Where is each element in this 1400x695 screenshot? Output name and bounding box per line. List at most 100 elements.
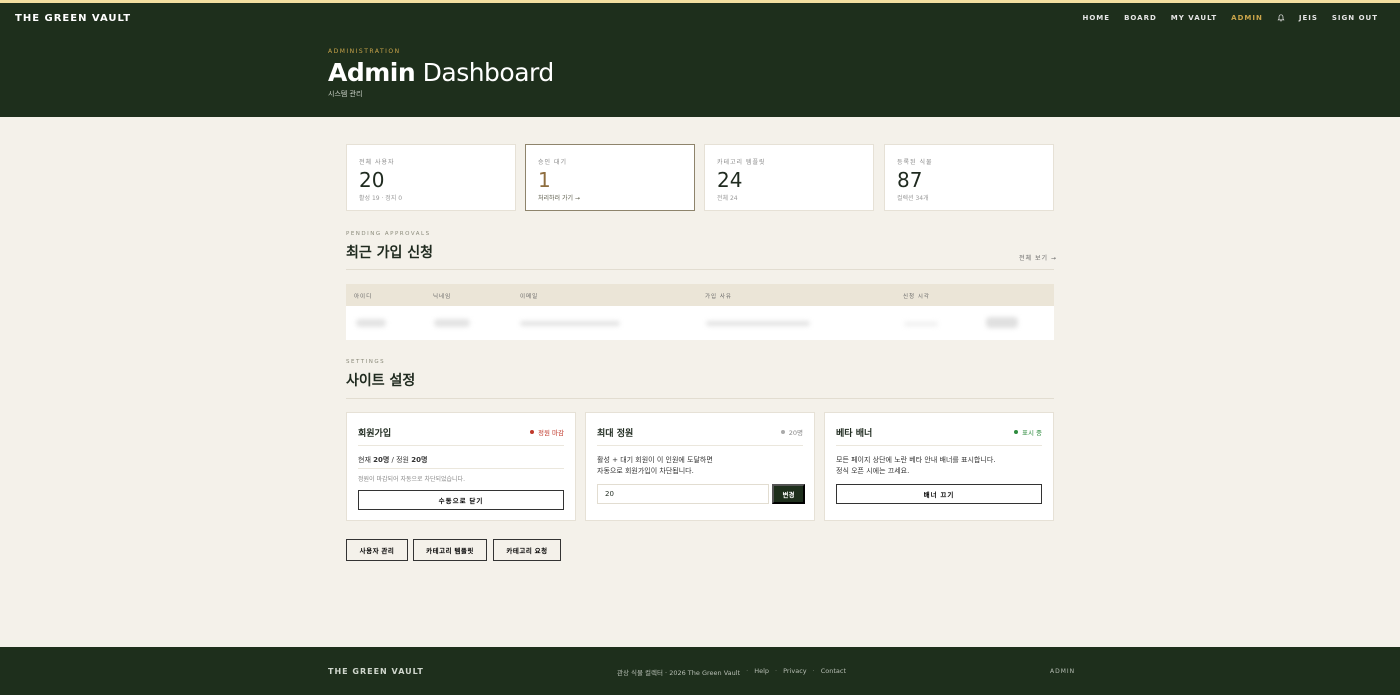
- footer-links: 관상 식물 컬렉터 · 2026 The Green Vault · Help …: [617, 667, 846, 677]
- capacity-count: 20명: [411, 456, 428, 464]
- status-dot-icon: [780, 430, 785, 434]
- capacity-card: 최대 정원 20명 활성 + 대기 회원이 이 인원에 도달하면 자동으로 회원가…: [585, 412, 815, 521]
- blurred-cell: [434, 319, 470, 327]
- divider: [346, 269, 1054, 270]
- brand-logo[interactable]: THE GREEN VAULT: [15, 13, 131, 24]
- beta-banner-card: 베타 배너 표시 중 모든 페이지 상단에 노란 베타 안내 배너를 표시합니다…: [824, 412, 1054, 521]
- stat-sub: 컬렉션 34개: [897, 195, 929, 202]
- stat-card-categories[interactable]: 카테고리 템플릿 24 전체 24: [704, 144, 874, 211]
- pending-title: 최근 가입 신청: [346, 242, 433, 262]
- close-signup-button[interactable]: 수동으로 닫기: [358, 490, 564, 510]
- disable-banner-button[interactable]: 배너 끄기: [836, 484, 1042, 504]
- description-line: 활성 + 대기 회원이 이 인원에 도달하면: [597, 456, 713, 464]
- page-title-bold: Admin: [328, 58, 416, 87]
- page-title: Admin Dashboard: [328, 58, 554, 87]
- page-title-rest: Dashboard: [415, 58, 555, 87]
- card-title: 베타 배너: [836, 429, 873, 439]
- status-dot-icon: [530, 430, 534, 434]
- status-text: 정원 마감: [538, 429, 564, 437]
- view-all-link[interactable]: 전체 보기 →: [1019, 253, 1057, 262]
- divider: [597, 445, 803, 446]
- blurred-cell: [904, 322, 938, 326]
- pending-table-header: 아이디 닉네임 이메일 가입 사유 신청 시각: [346, 284, 1054, 306]
- signup-note: 정원이 마감되어 자동으로 차단되었습니다.: [358, 476, 465, 483]
- separator: ·: [812, 667, 815, 675]
- header: THE GREEN VAULT HOME BOARD MY VAULT ADMI…: [0, 3, 1400, 117]
- stat-sub: 활성 19 · 정지 0: [359, 195, 403, 202]
- blurred-cell: [356, 319, 386, 327]
- stat-value: 20: [359, 168, 385, 192]
- settings-eyebrow: SETTINGS: [346, 359, 386, 365]
- divider: [346, 398, 1054, 399]
- nav-home[interactable]: HOME: [1083, 14, 1111, 22]
- stat-card-pending[interactable]: 승인 대기 1 처리하러 가기 →: [525, 144, 695, 211]
- status-dot-icon: [1013, 430, 1018, 434]
- nav-user[interactable]: JEIS: [1299, 14, 1318, 22]
- stat-value: 87: [897, 168, 923, 192]
- stat-label: 전체 사용자: [359, 159, 395, 166]
- current-count: 20명: [373, 456, 390, 464]
- user-management-button[interactable]: 사용자 관리: [346, 539, 408, 561]
- capacity-description: 활성 + 대기 회원이 이 인원에 도달하면 자동으로 회원가입이 차단됩니다.: [597, 455, 713, 477]
- divider: [836, 445, 1042, 446]
- footer: THE GREEN VAULT 관상 식물 컬렉터 · 2026 The Gre…: [0, 647, 1400, 695]
- settings-title-bold: 사이트: [346, 373, 385, 389]
- stat-value: 1: [538, 168, 551, 192]
- settings-title-rest: 설정: [384, 373, 416, 389]
- page-subtitle: 시스템 관리: [328, 90, 363, 98]
- separator: ·: [746, 667, 749, 675]
- summary-mid: / 정원: [389, 456, 412, 464]
- nav-board[interactable]: BOARD: [1124, 14, 1157, 22]
- pending-title-rest: 가입 신청: [371, 245, 434, 261]
- apply-capacity-button[interactable]: 변경: [772, 484, 805, 504]
- stat-card-plants[interactable]: 등록된 식물 87 컬렉션 34개: [884, 144, 1054, 211]
- blurred-cell: [706, 321, 810, 326]
- status-badge: 표시 중: [1013, 427, 1042, 437]
- settings-title: 사이트 설정: [346, 370, 415, 390]
- footer-brand[interactable]: THE GREEN VAULT: [328, 667, 424, 676]
- stat-value: 24: [717, 168, 743, 192]
- column-header: 가입 사유: [705, 294, 732, 300]
- column-header: 닉네임: [433, 294, 452, 300]
- footer-contact-link[interactable]: Contact: [821, 667, 846, 677]
- blurred-cell: [520, 321, 620, 326]
- stat-link[interactable]: 처리하러 가기 →: [538, 193, 580, 202]
- bell-icon[interactable]: [1277, 14, 1285, 22]
- column-header: 신청 시각: [903, 294, 930, 300]
- card-title: 최대 정원: [597, 429, 634, 439]
- hero-eyebrow: ADMINISTRATION: [328, 48, 401, 55]
- stat-card-users[interactable]: 전체 사용자 20 활성 19 · 정지 0: [346, 144, 516, 211]
- beta-description: 모든 페이지 상단에 노란 베타 안내 배너를 표시합니다. 정식 오픈 시에는 …: [836, 455, 995, 477]
- column-header: 아이디: [354, 294, 373, 300]
- status-text: 표시 중: [1021, 429, 1042, 437]
- nav-my-vault[interactable]: MY VAULT: [1171, 14, 1217, 22]
- status-badge: 정원 마감: [530, 427, 564, 437]
- stat-label: 승인 대기: [538, 159, 567, 166]
- stat-label: 등록된 식물: [897, 159, 933, 166]
- description-line: 모든 페이지 상단에 노란 베타 안내 배너를 표시합니다.: [836, 456, 996, 464]
- main-nav: HOME BOARD MY VAULT ADMIN JEIS SIGN OUT: [1083, 14, 1379, 22]
- status-text: 20명: [788, 429, 803, 437]
- description-line: 정식 오픈 시에는 끄세요.: [836, 467, 910, 475]
- footer-copyright: 관상 식물 컬렉터 · 2026 The Green Vault: [617, 669, 741, 677]
- capacity-input[interactable]: 20: [597, 484, 769, 504]
- separator: ·: [775, 667, 778, 675]
- category-templates-button[interactable]: 카테고리 템플릿: [413, 539, 487, 561]
- blurred-action-button[interactable]: [986, 317, 1018, 328]
- signup-card: 회원가입 정원 마감 현재 20명 / 정원 20명 정원이 마감되어 자동으로…: [346, 412, 576, 521]
- category-requests-button[interactable]: 카테고리 요청: [493, 539, 561, 561]
- divider: [358, 445, 564, 446]
- stat-sub: 전체 24: [717, 195, 738, 202]
- footer-admin-link[interactable]: ADMIN: [1050, 668, 1075, 675]
- summary-prefix: 현재: [358, 456, 374, 464]
- footer-privacy-link[interactable]: Privacy: [783, 667, 807, 677]
- status-badge: 20명: [780, 427, 803, 437]
- column-header: 이메일: [520, 294, 539, 300]
- table-row[interactable]: [346, 306, 1054, 340]
- nav-admin[interactable]: ADMIN: [1231, 14, 1263, 22]
- footer-help-link[interactable]: Help: [754, 667, 769, 677]
- capacity-summary: 현재 20명 / 정원 20명: [358, 455, 427, 466]
- stat-label: 카테고리 템플릿: [717, 159, 766, 166]
- divider: [358, 468, 564, 469]
- nav-sign-out[interactable]: SIGN OUT: [1332, 14, 1378, 22]
